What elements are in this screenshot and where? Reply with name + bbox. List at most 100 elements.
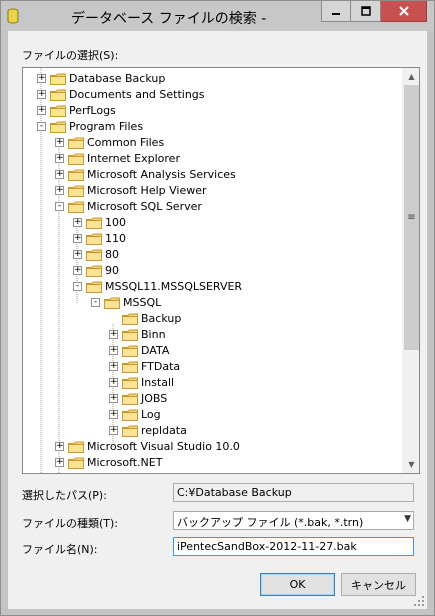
expand-icon[interactable]: + (37, 106, 46, 115)
tree-node[interactable]: + PerfLogs (23, 103, 403, 119)
folder-icon (86, 265, 102, 277)
folder-tree[interactable]: + Database Backup + Documents and Settings +… (22, 67, 420, 474)
tree-node[interactable]: + FTData (23, 359, 403, 375)
folder-icon (122, 345, 138, 357)
ok-button[interactable]: OK (260, 573, 335, 596)
tree-node[interactable]: + Database Backup (23, 71, 403, 87)
maximize-icon (360, 6, 371, 16)
file-type-select[interactable]: バックアップ ファイル (*.bak, *.trn) ▼ (173, 511, 414, 530)
expand-icon[interactable]: + (55, 458, 64, 467)
folder-icon (50, 73, 66, 85)
tree-node[interactable]: + Install (23, 375, 403, 391)
tree-node-label: FTData (141, 360, 181, 373)
find-database-file-dialog: データベース ファイルの検索 - ファイルの選択(S): + Database B… (0, 0, 435, 616)
tree-node[interactable]: + Microsoft.NET (23, 455, 403, 471)
file-name-label: ファイル名(N): (22, 543, 98, 556)
tree-node[interactable]: + Common Files (23, 135, 403, 151)
expand-icon[interactable]: + (109, 426, 118, 435)
expand-icon[interactable]: + (55, 186, 64, 195)
tree-node[interactable]: - Microsoft SQL Server (23, 199, 403, 215)
tree-node[interactable]: +90 (23, 263, 403, 279)
folder-icon (104, 297, 120, 309)
scroll-up-arrow-icon[interactable]: ▲ (403, 68, 419, 85)
scroll-down-arrow-icon[interactable]: ▼ (403, 456, 419, 473)
expand-icon[interactable]: + (109, 362, 118, 371)
folder-icon (68, 201, 84, 213)
collapse-icon[interactable]: - (37, 122, 46, 131)
tree-node-label: PerfLogs (69, 104, 116, 117)
title-bar[interactable]: データベース ファイルの検索 - (1, 1, 434, 31)
expand-icon[interactable]: + (109, 394, 118, 403)
tree-node-label: 110 (105, 232, 126, 245)
tree-node-label: 100 (105, 216, 126, 229)
close-icon (398, 6, 409, 16)
folder-icon (122, 313, 138, 325)
minimize-icon (332, 13, 340, 15)
tree-node-label: Microsoft SQL Server (87, 200, 202, 213)
tree-node[interactable]: +MSBuild (23, 471, 403, 473)
tree-node[interactable]: - MSSQL11.MSSQLSERVER (23, 279, 403, 295)
folder-icon (68, 153, 84, 165)
expand-icon[interactable]: + (55, 154, 64, 163)
expand-icon[interactable]: + (73, 218, 82, 227)
tree-node[interactable]: + DATA (23, 343, 403, 359)
scrollbar-thumb[interactable]: ≡ (404, 85, 419, 350)
expand-icon[interactable]: + (73, 266, 82, 275)
expand-icon[interactable]: + (109, 346, 118, 355)
collapse-icon[interactable]: - (73, 282, 82, 291)
expand-icon[interactable]: + (109, 330, 118, 339)
expand-icon[interactable]: + (73, 234, 82, 243)
cancel-button[interactable]: キャンセル (341, 573, 416, 596)
resize-grip-icon[interactable] (414, 596, 425, 607)
expand-icon[interactable]: + (73, 250, 82, 259)
tree-node-label: Microsoft Visual Studio 10.0 (87, 440, 240, 453)
expand-icon[interactable]: + (37, 74, 46, 83)
tree-node-label: repldata (141, 424, 187, 437)
tree-node[interactable]: - Program Files (23, 119, 403, 135)
tree-node[interactable]: + JOBS (23, 391, 403, 407)
folder-icon (86, 233, 102, 245)
expand-icon[interactable]: + (109, 410, 118, 419)
file-name-input[interactable]: iPentecSandBox-2012-11-27.bak (173, 537, 414, 556)
tree-node[interactable]: Backup (23, 311, 403, 327)
folder-icon (122, 393, 138, 405)
tree-node-label: Database Backup (69, 72, 166, 85)
expand-icon[interactable]: + (55, 442, 64, 451)
tree-node-label: Install (141, 376, 175, 389)
expand-icon[interactable]: + (55, 170, 64, 179)
collapse-icon[interactable]: - (91, 298, 100, 307)
selected-path-field: C:¥Database Backup (173, 483, 414, 502)
file-type-value: バックアップ ファイル (*.bak, *.trn) (177, 516, 364, 529)
window-title: データベース ファイルの検索 - (71, 11, 267, 27)
expand-icon[interactable]: + (37, 90, 46, 99)
tree-node[interactable]: + Microsoft Visual Studio 10.0 (23, 439, 403, 455)
tree-node[interactable]: + Microsoft Help Viewer (23, 183, 403, 199)
tree-node[interactable]: - MSSQL (23, 295, 403, 311)
tree-node[interactable]: +110 (23, 231, 403, 247)
tree-node[interactable]: + repldata (23, 423, 403, 439)
tree-node-label: Log (141, 408, 161, 421)
tree-node[interactable]: +80 (23, 247, 403, 263)
minimize-button[interactable] (321, 1, 351, 22)
close-button[interactable] (381, 1, 427, 22)
tree-node[interactable]: +100 (23, 215, 403, 231)
tree-node-label: MSSQL (123, 296, 162, 309)
tree-node-label: 80 (105, 248, 119, 261)
tree-node[interactable]: + Binn (23, 327, 403, 343)
tree-node-label: Microsoft Analysis Services (87, 168, 236, 181)
tree-node[interactable]: + Microsoft Analysis Services (23, 167, 403, 183)
folder-icon (68, 441, 84, 453)
folder-icon (122, 361, 138, 373)
expand-icon[interactable]: + (109, 378, 118, 387)
tree-node-label: Microsoft.NET (87, 456, 163, 469)
collapse-icon[interactable]: - (55, 202, 64, 211)
database-icon (7, 8, 19, 24)
tree-vertical-scrollbar[interactable]: ▲ ≡ ▼ (402, 68, 419, 473)
folder-icon (68, 457, 84, 469)
tree-node[interactable]: + Documents and Settings (23, 87, 403, 103)
tree-node[interactable]: + Log (23, 407, 403, 423)
expand-icon[interactable]: + (55, 138, 64, 147)
folder-icon (68, 185, 84, 197)
maximize-button[interactable] (351, 1, 381, 22)
tree-node[interactable]: + Internet Explorer (23, 151, 403, 167)
